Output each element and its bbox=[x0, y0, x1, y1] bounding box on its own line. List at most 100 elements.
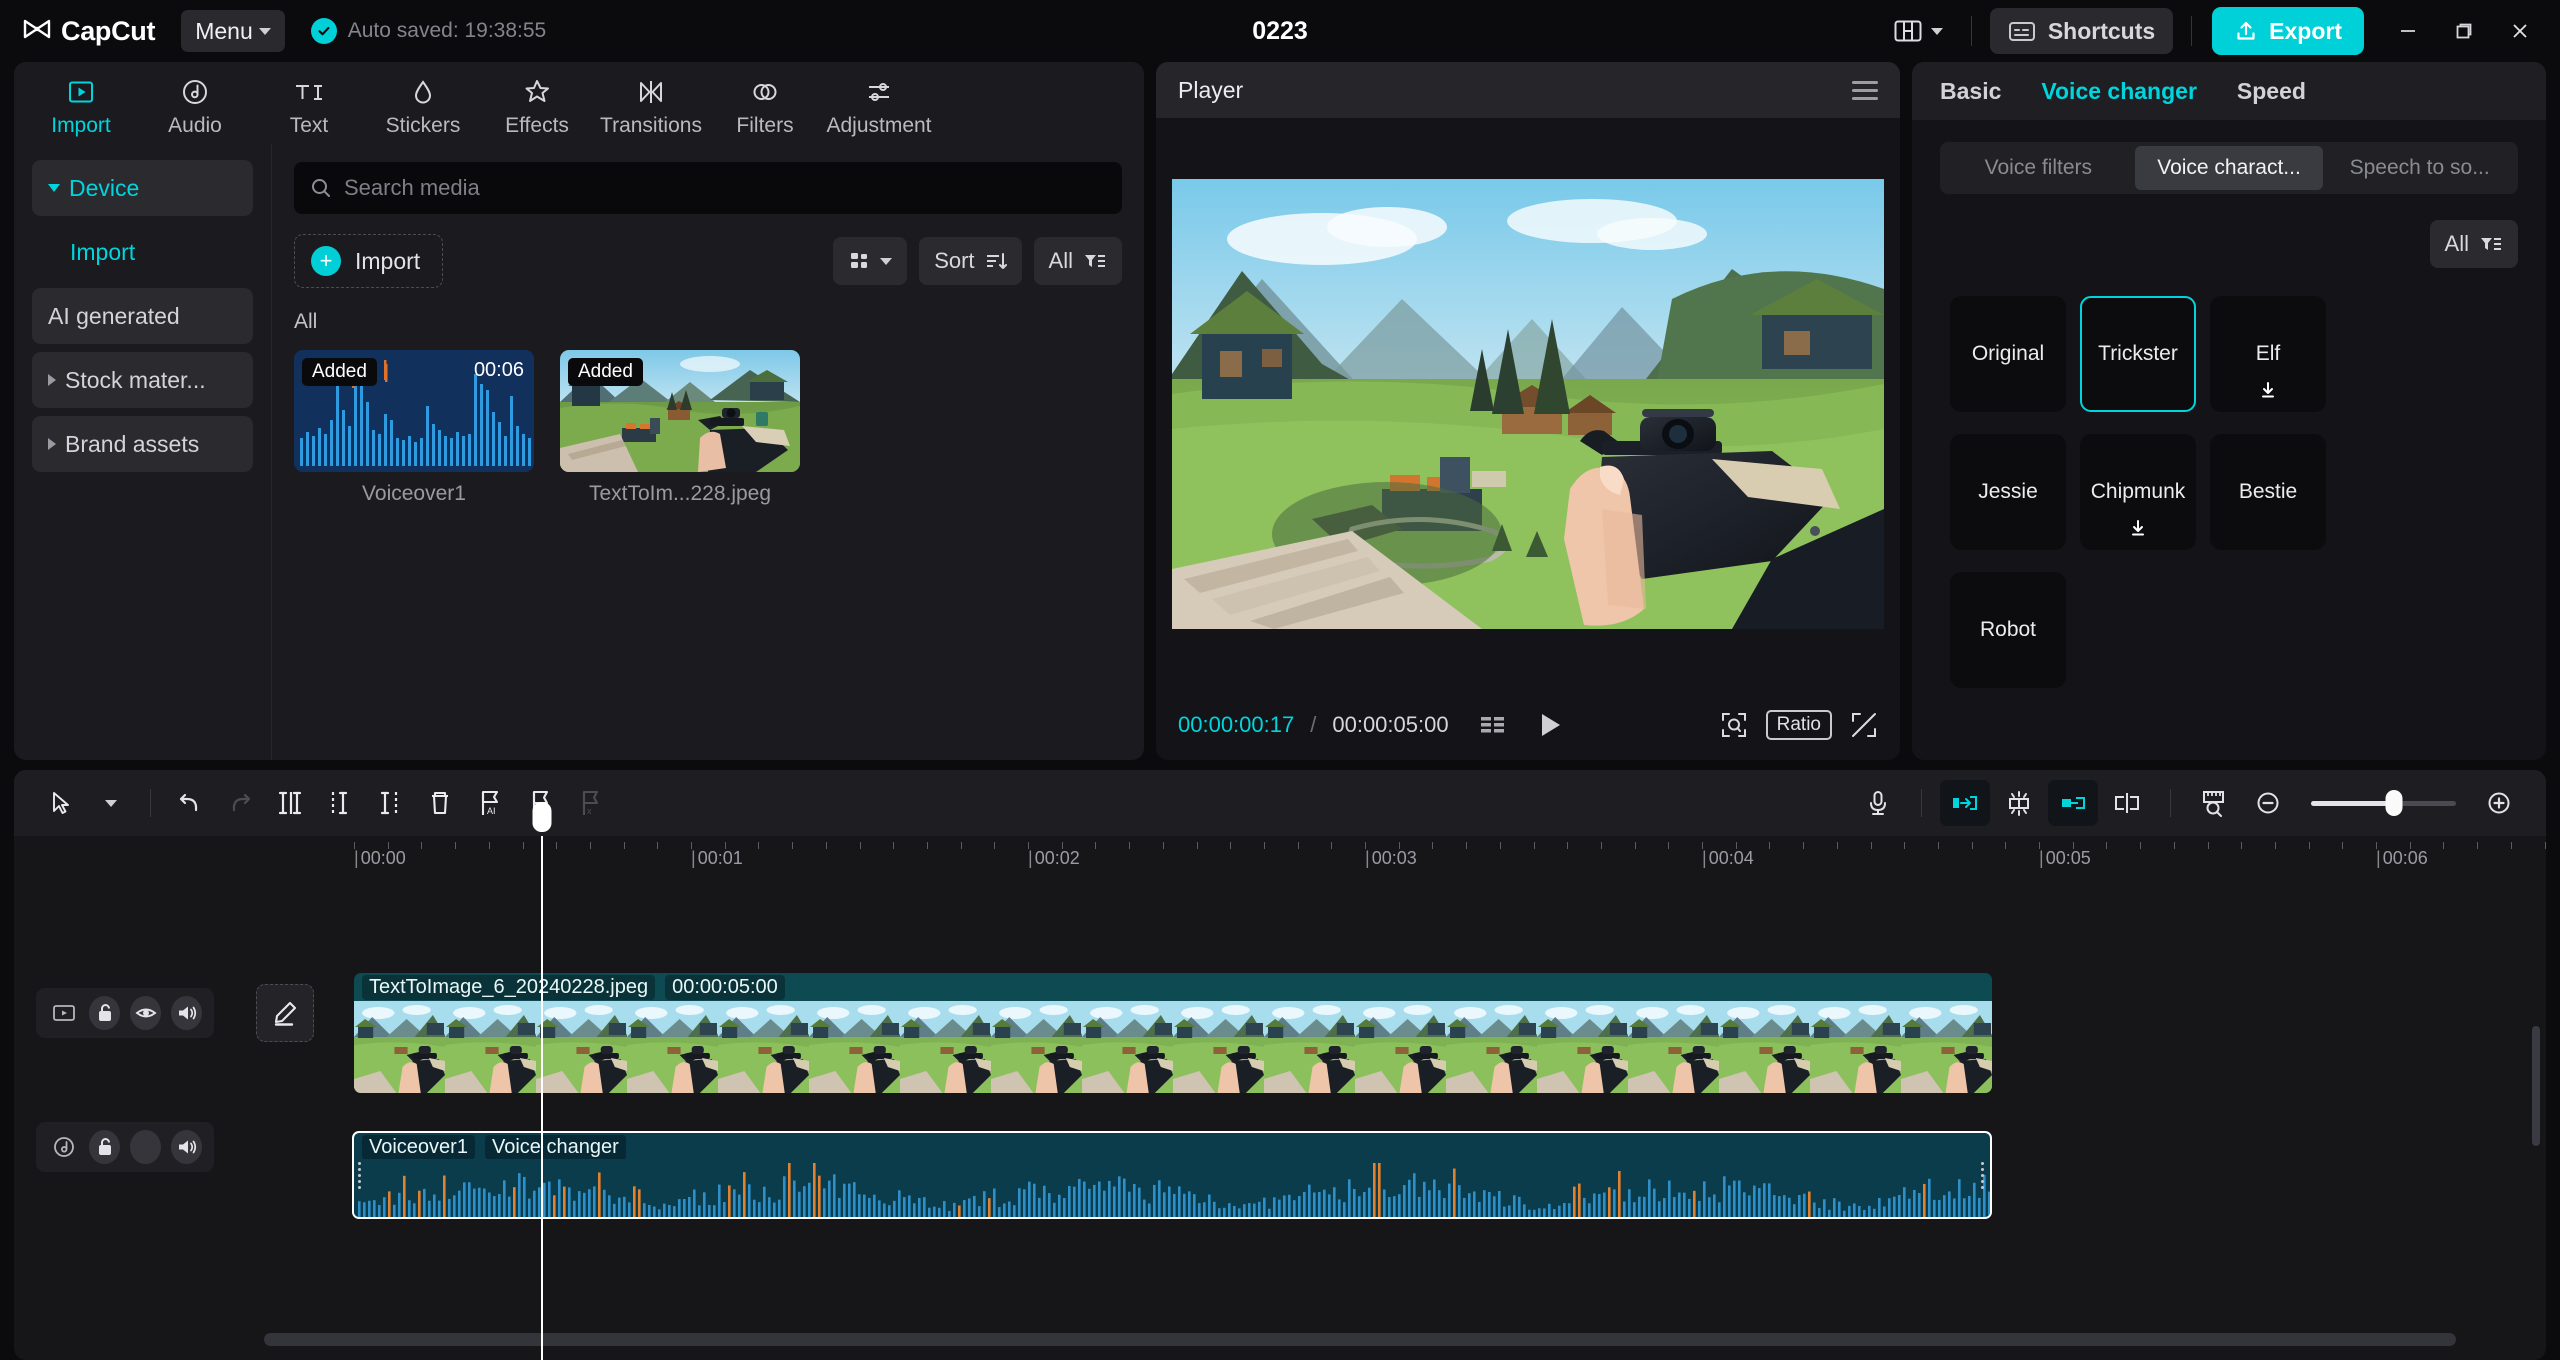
close-button[interactable] bbox=[2492, 7, 2548, 55]
volume-on-icon[interactable] bbox=[171, 996, 202, 1030]
tab-speed[interactable]: Speed bbox=[2237, 78, 2306, 105]
eye-visible-icon[interactable] bbox=[130, 996, 161, 1030]
voice-option-trickster[interactable]: Trickster bbox=[2080, 296, 2196, 412]
download-icon[interactable] bbox=[2128, 518, 2148, 538]
hamburger-icon[interactable] bbox=[1852, 81, 1878, 100]
split-icon[interactable] bbox=[265, 780, 315, 826]
timeline-vertical-scrollbar[interactable] bbox=[2532, 1026, 2540, 1146]
zoom-fit-icon[interactable] bbox=[1720, 711, 1748, 739]
sidebar-item-ai-generated[interactable]: AI generated bbox=[32, 288, 253, 344]
snap-left-icon[interactable] bbox=[1940, 780, 1990, 826]
preview-frame bbox=[1172, 179, 1884, 629]
tab-stickers[interactable]: Stickers bbox=[366, 69, 480, 138]
audio-clip[interactable]: Voiceover1 Voice changer bbox=[352, 1131, 1992, 1219]
tab-text[interactable]: Text bbox=[252, 69, 366, 138]
ruler-tick bbox=[2208, 842, 2209, 849]
trim-left-icon[interactable] bbox=[315, 780, 365, 826]
sidebar-item-device[interactable]: Device bbox=[32, 160, 253, 216]
ratio-button[interactable]: Ratio bbox=[1766, 710, 1832, 740]
player-panel: Player bbox=[1156, 62, 1900, 760]
current-time: 00:00:00:17 bbox=[1178, 712, 1294, 738]
timeline-ruler[interactable]: 00:0000:0100:0200:0300:0400:0500:06 bbox=[336, 836, 2546, 876]
link-clips-icon[interactable] bbox=[2048, 780, 2098, 826]
play-icon[interactable] bbox=[1537, 711, 1563, 739]
sort-button[interactable]: Sort bbox=[919, 237, 1021, 285]
tab-adjustment[interactable]: Adjustment bbox=[822, 69, 936, 138]
redo-icon[interactable] bbox=[215, 780, 265, 826]
export-button[interactable]: Export bbox=[2212, 7, 2364, 55]
frames-icon[interactable] bbox=[1479, 713, 1507, 737]
voice-filter-button[interactable]: All bbox=[2430, 220, 2518, 268]
tab-voice-changer[interactable]: Voice changer bbox=[2041, 78, 2197, 105]
auto-snap-icon[interactable] bbox=[1994, 780, 2044, 826]
voice-option-bestie[interactable]: Bestie bbox=[2210, 434, 2326, 550]
ruler-label: 00:03 bbox=[1365, 848, 1417, 869]
tab-label: Audio bbox=[168, 114, 222, 138]
ruler-tick bbox=[1197, 842, 1198, 849]
sidebar-item-stock-materials[interactable]: Stock mater... bbox=[32, 352, 253, 408]
ruler-tick bbox=[2039, 842, 2040, 849]
tab-transitions[interactable]: Transitions bbox=[594, 69, 708, 138]
ruler-fit-icon[interactable] bbox=[2189, 780, 2239, 826]
ruler-label: 00:02 bbox=[1028, 848, 1080, 869]
media-filter-button[interactable]: All bbox=[1034, 237, 1122, 285]
media-item-image[interactable]: Added TextToIm...228.jpeg bbox=[560, 350, 800, 506]
import-media-button[interactable]: + Import bbox=[294, 234, 443, 288]
tab-audio[interactable]: Audio bbox=[138, 69, 252, 138]
subtab-voice-characters[interactable]: Voice charact... bbox=[2135, 146, 2324, 190]
zoom-slider[interactable] bbox=[2311, 801, 2456, 806]
voice-option-chipmunk[interactable]: Chipmunk bbox=[2080, 434, 2196, 550]
shortcuts-button[interactable]: Shortcuts bbox=[1990, 8, 2173, 54]
menu-button[interactable]: Menu bbox=[181, 10, 285, 52]
layout-panel-button[interactable] bbox=[1884, 11, 1953, 51]
clip-grip-right[interactable] bbox=[1981, 1159, 1986, 1191]
ai-marker-icon[interactable]: AI bbox=[465, 780, 515, 826]
svg-text:x: x bbox=[587, 806, 592, 816]
tab-effects[interactable]: Effects bbox=[480, 69, 594, 138]
zoom-out-icon[interactable] bbox=[2243, 780, 2293, 826]
undo-icon[interactable] bbox=[165, 780, 215, 826]
video-preview[interactable] bbox=[1172, 179, 1884, 629]
delete-trash-icon[interactable] bbox=[415, 780, 465, 826]
cursor-options-chevron-down-icon[interactable] bbox=[86, 780, 136, 826]
tab-filters[interactable]: Filters bbox=[708, 69, 822, 138]
sidebar-item-brand-assets[interactable]: Brand assets bbox=[32, 416, 253, 472]
volume-on-icon[interactable] bbox=[171, 1130, 202, 1164]
voice-option-elf[interactable]: Elf bbox=[2210, 296, 2326, 412]
grid-view-button[interactable] bbox=[833, 237, 907, 285]
clip-grip-left[interactable] bbox=[358, 1159, 363, 1191]
subtab-speech-to-song[interactable]: Speech to so... bbox=[2325, 146, 2514, 190]
capcut-logo-icon bbox=[22, 18, 52, 44]
voice-option-robot[interactable]: Robot bbox=[1950, 572, 2066, 688]
tab-basic[interactable]: Basic bbox=[1940, 78, 2001, 105]
voice-option-original[interactable]: Original bbox=[1950, 296, 2066, 412]
download-icon[interactable] bbox=[2258, 380, 2278, 400]
search-input[interactable] bbox=[344, 175, 1106, 201]
divider bbox=[1921, 789, 1922, 817]
unlock-icon[interactable] bbox=[89, 996, 120, 1030]
select-cursor-icon[interactable] bbox=[36, 780, 86, 826]
ruler-label: 00:01 bbox=[691, 848, 743, 869]
search-media-box[interactable] bbox=[294, 162, 1122, 214]
trim-right-icon[interactable] bbox=[365, 780, 415, 826]
sidebar-item-import[interactable]: Import bbox=[32, 224, 253, 280]
video-clip[interactable]: TextToImage_6_20240228.jpeg 00:00:05:00 bbox=[354, 973, 1992, 1093]
marker-flag-icon[interactable] bbox=[515, 780, 565, 826]
timeline-horizontal-scrollbar[interactable] bbox=[264, 1333, 2456, 1346]
fullscreen-icon[interactable] bbox=[1850, 711, 1878, 739]
marker-remove-icon[interactable]: x bbox=[565, 780, 615, 826]
microphone-icon[interactable] bbox=[1853, 780, 1903, 826]
tab-import[interactable]: Import bbox=[24, 69, 138, 138]
unlock-icon[interactable] bbox=[89, 1130, 120, 1164]
subtab-voice-filters[interactable]: Voice filters bbox=[1944, 146, 2133, 190]
zoom-slider-knob[interactable] bbox=[2385, 790, 2402, 816]
zoom-in-icon[interactable] bbox=[2474, 780, 2524, 826]
blank-icon[interactable] bbox=[130, 1130, 161, 1164]
media-item-voiceover[interactable]: Added 00:06 Voiceover1 bbox=[294, 350, 534, 506]
edit-clip-button[interactable] bbox=[256, 984, 314, 1042]
maximize-button[interactable] bbox=[2436, 7, 2492, 55]
minimize-button[interactable] bbox=[2380, 7, 2436, 55]
split-mirror-icon[interactable] bbox=[2102, 780, 2152, 826]
voice-option-jessie[interactable]: Jessie bbox=[1950, 434, 2066, 550]
playhead[interactable] bbox=[541, 836, 543, 1360]
